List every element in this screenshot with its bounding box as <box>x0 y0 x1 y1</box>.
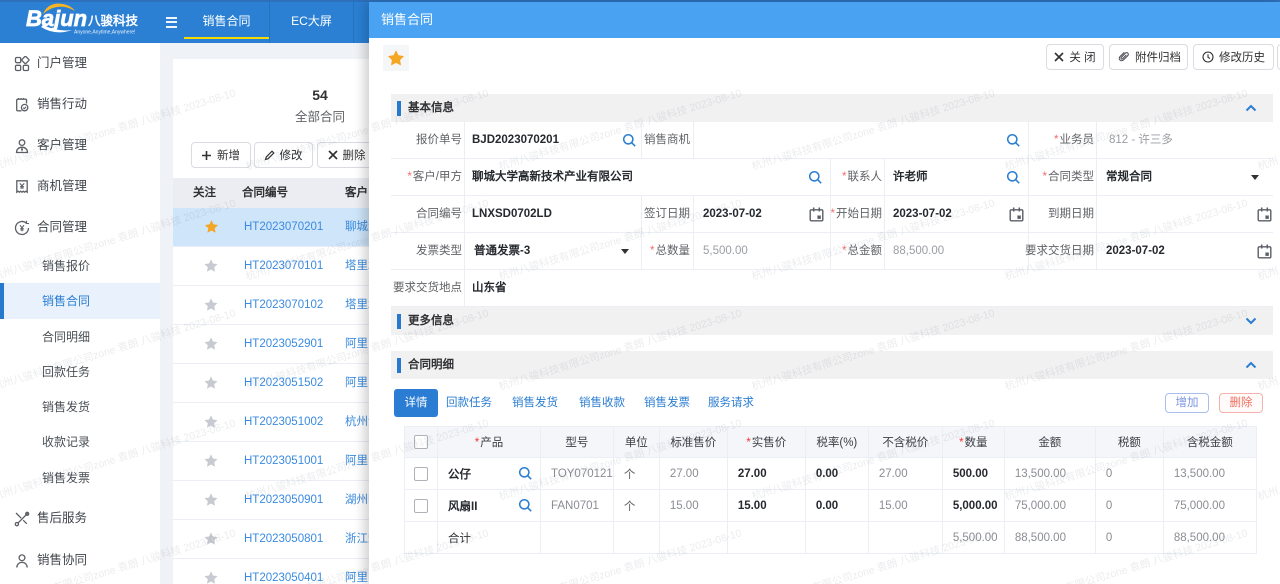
svg-text:Bajun: Bajun <box>26 6 87 31</box>
svg-text:八骏科技: 八骏科技 <box>87 13 139 28</box>
svg-text:Anyone,Anytime,Anywhere!: Anyone,Anytime,Anywhere! <box>74 30 135 36</box>
